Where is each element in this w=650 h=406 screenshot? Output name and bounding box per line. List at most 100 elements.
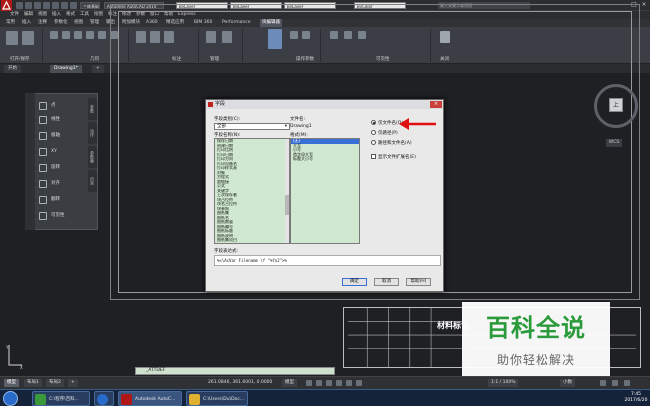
taskbar-app-k[interactable] [94,391,114,406]
add-layout-button[interactable]: + [68,379,78,387]
command-line[interactable]: _ATTDEF [135,367,335,375]
close-icon[interactable]: × [640,1,648,9]
parallel-icon[interactable] [62,31,70,39]
snap-icon[interactable] [316,380,322,386]
save-as-icon[interactable] [43,2,50,9]
tangent-icon[interactable] [86,31,94,39]
radio-filename-only[interactable] [371,120,376,125]
panel-geometric: 几何 [90,57,99,62]
save-icon[interactable] [34,2,41,9]
palette-item-rotation[interactable]: 旋转 [37,162,87,174]
perpendicular-icon[interactable] [74,31,82,39]
filename-value: Drawing1 [290,124,312,129]
tab-model[interactable]: 模型 [4,379,19,387]
chevron-down-icon: ▾ [284,124,287,129]
taskbar-app-browser[interactable]: C:\程序\百科... [32,391,90,406]
grid-icon[interactable] [306,380,312,386]
tab-insert[interactable]: 插入 [22,19,31,27]
menu-edit[interactable]: 编辑 [24,11,33,19]
autocad-logo-icon[interactable] [1,0,12,11]
red-arrow-icon [399,118,436,130]
taskbar-app-explorer[interactable]: C:\Users\Du\Doc... [186,391,248,406]
fullscreen-icon[interactable] [612,380,618,386]
open-file-icon[interactable] [25,2,32,9]
edit-block-icon[interactable] [6,31,18,45]
radio-path-only[interactable] [371,130,376,135]
palette-item-polar[interactable]: 极轴 [37,130,87,142]
checkbox-show-extension[interactable] [371,154,376,159]
field-names-list[interactable]: 保存日期 创建日期 打印比例 打印日期 打印方向 打印设备名 打印样式表 对象 方程式 超链接 公式… [214,138,290,244]
field-list-scrollbar[interactable] [285,139,289,243]
side-tab-parameter-sets[interactable]: 参数集 [88,146,97,168]
geometric-constraint-icon[interactable] [50,31,58,39]
palette-item-xy[interactable]: XY [37,146,87,158]
side-tab-constraints[interactable]: 约束 [88,170,97,192]
new-tab-button[interactable]: + [92,65,104,73]
ucs-icon: Y X [6,345,23,369]
ok-button[interactable]: 确定 [342,278,367,286]
palette-item-linear[interactable]: 线性 [37,114,87,126]
taskbar-clock[interactable]: 7:45 2017/6/20 [624,392,648,404]
ortho-icon[interactable] [326,380,332,386]
menu-file[interactable]: 文件 [10,11,19,19]
tab-parametric[interactable]: 参数化 [54,19,68,27]
menu-view[interactable]: 视图 [38,11,47,19]
tab-start[interactable]: 开始 [4,65,21,73]
palette-item-visibility[interactable]: 可见性 [37,210,87,222]
alignment-icon [39,180,47,188]
start-button-icon[interactable] [3,391,18,406]
watermark-logo: 百科全说 助你轻松解决 [462,302,610,384]
taskbar-app-autocad[interactable]: Autodesk AutoC... [118,391,182,406]
palette-item-alignment[interactable]: 对齐 [37,178,87,190]
format-item[interactable]: 标题大小写 [291,156,359,162]
k-app-icon [97,394,108,405]
undo-icon[interactable] [61,2,68,9]
tab-manage[interactable]: 管理 [90,19,99,27]
menu-insert[interactable]: 插入 [52,11,61,19]
units-select[interactable]: 小数 [560,379,575,387]
save-block-icon[interactable] [22,31,34,45]
cancel-button[interactable]: 取消 [374,278,399,286]
flip-icon [39,196,47,204]
osnap-icon[interactable] [346,380,352,386]
tab-annotate[interactable]: 注释 [38,19,47,27]
redo-icon[interactable] [70,2,77,9]
menu-draw[interactable]: 绘图 [94,11,103,19]
dialog-title[interactable]: 字段 [206,100,443,109]
palette-item-flip[interactable]: 翻转 [37,194,87,206]
field-category-select[interactable]: 全部 ▾ [214,123,290,130]
tab-home[interactable]: 常用 [6,19,15,27]
concentric-icon[interactable] [98,31,106,39]
lineweight-icon[interactable] [356,380,362,386]
palette-item-point[interactable]: 点 [37,100,87,112]
tab-view[interactable]: 视图 [74,19,83,27]
side-tab-actions[interactable]: 动作 [88,122,97,144]
radio-path-and-filename[interactable] [371,140,376,145]
polar-icon [39,132,47,140]
tab-drawing1[interactable]: Drawing1* [50,65,82,73]
side-tab-parameters[interactable]: 参数 [88,98,97,120]
rotation-icon [39,164,47,172]
menu-format[interactable]: 格式 [66,11,75,19]
format-list[interactable]: (无) 大写 小写 首字母大写 标题大小写 [290,138,360,244]
new-file-icon[interactable] [16,2,23,9]
palette-title-strip[interactable] [25,93,35,230]
tab-layout2[interactable]: 布局2 [46,379,64,387]
menu-tools[interactable]: 工具 [80,11,89,19]
field-list-scroll-thumb[interactable] [285,195,289,215]
customization-icon[interactable] [600,380,606,386]
tab-layout1[interactable]: 布局1 [24,379,42,387]
help-button[interactable]: 帮助(H) [406,278,431,286]
wcs-menu[interactable]: WCS [606,139,622,147]
dialog-close-icon[interactable]: × [430,101,442,108]
viewcube-face[interactable]: 上 [609,98,623,112]
annotation-scale[interactable]: 1:1 / 100% [488,379,519,387]
workspace-select[interactable]: 三维基础 [80,2,100,9]
polar-tracking-icon[interactable] [336,380,342,386]
settings-icon[interactable] [624,380,630,386]
plot-icon[interactable] [52,2,59,9]
field-name-item[interactable]: 图纸集占位符 [215,243,289,244]
visibility-param-icon [39,212,47,220]
model-space-toggle[interactable]: 模型 [282,379,297,387]
autocad-small-icon [208,102,213,107]
